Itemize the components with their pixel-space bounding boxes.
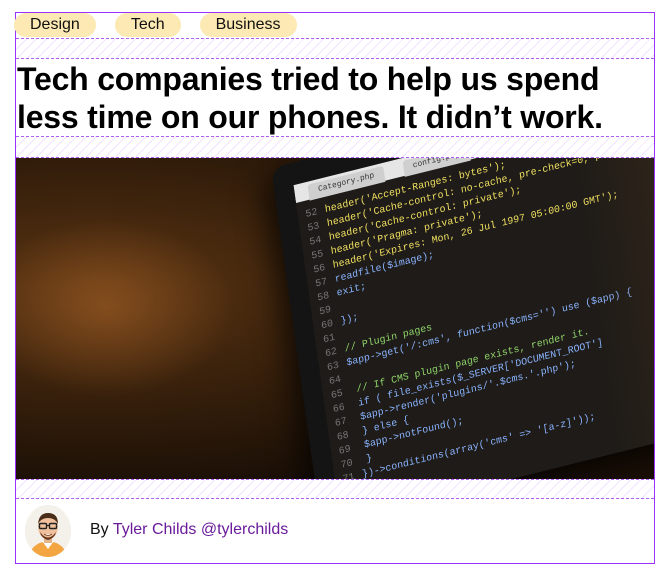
article-card: Design Tech Business Tech companies trie…: [14, 12, 655, 564]
byline-prefix: By: [90, 521, 109, 538]
tag-tech[interactable]: Tech: [114, 13, 181, 37]
author-portrait-icon: [25, 505, 71, 557]
tag-business[interactable]: Business: [199, 13, 297, 37]
background-glow: [16, 218, 236, 398]
author-handle-link[interactable]: @tylerchilds: [201, 521, 288, 538]
byline-text: By Tyler Childs @tylerchilds: [90, 520, 288, 540]
line-text: }: [359, 453, 373, 468]
spacer: [16, 479, 654, 499]
spacer: [16, 136, 654, 158]
byline: By Tyler Childs @tylerchilds: [16, 499, 654, 563]
author-name-link[interactable]: Tyler Childs: [113, 521, 197, 538]
tag-list: Design Tech Business: [14, 13, 297, 38]
line-text: });: [340, 312, 360, 328]
hero-image: Category.php config.php 52 header('Accept…: [16, 158, 654, 479]
avatar[interactable]: [25, 505, 71, 557]
code-screen: Category.php config.php 52 header('Accept…: [293, 158, 654, 479]
laptop-illustration: Category.php config.php 52 header('Accept…: [271, 158, 654, 479]
tag-design[interactable]: Design: [14, 13, 96, 37]
article-headline[interactable]: Tech companies tried to help us spend le…: [17, 59, 647, 136]
spacer: [16, 38, 654, 59]
